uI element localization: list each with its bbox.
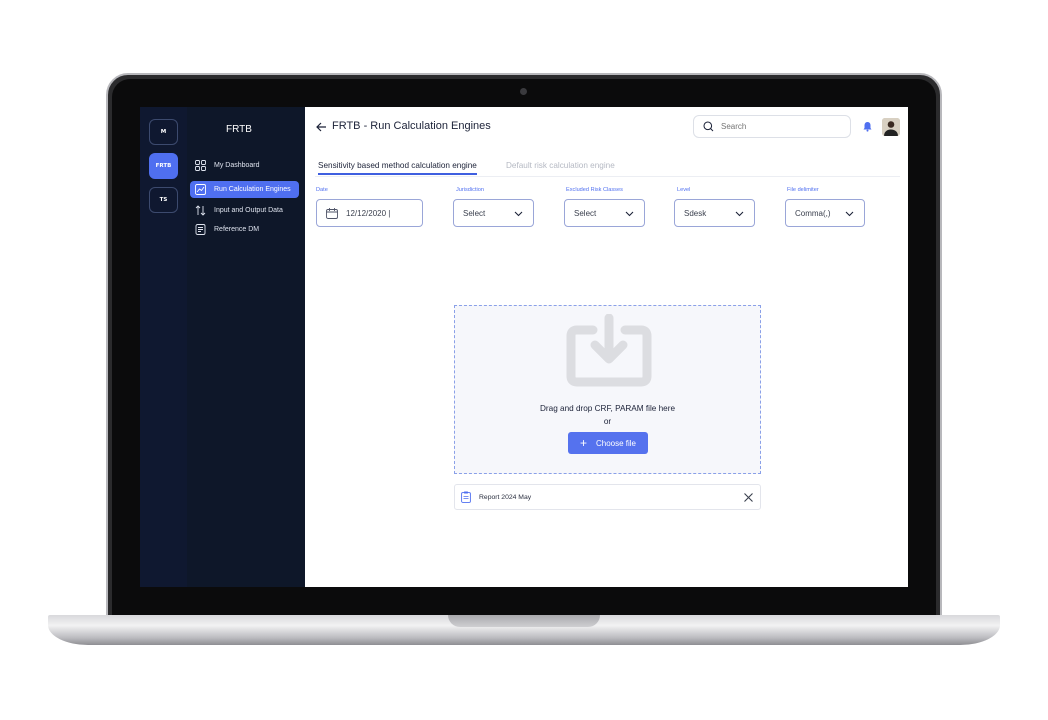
level-select[interactable]: Sdesk <box>674 199 755 227</box>
excluded-value: Select <box>574 208 597 218</box>
chevron-down-icon <box>735 211 744 217</box>
rail-button-frtb[interactable]: FRTB <box>149 153 178 179</box>
file-name: Report 2024 May <box>479 493 532 501</box>
level-value: Sdesk <box>684 208 707 218</box>
jurisdiction-value: Select <box>463 208 486 218</box>
tab-default-risk[interactable]: Default risk calculation engine <box>506 161 615 170</box>
delimiter-label: File delimiter <box>787 187 819 193</box>
choose-file-label: Choose file <box>595 438 637 448</box>
sidebar-item-label: My Dashboard <box>214 162 260 169</box>
arrows-up-down-icon <box>194 204 207 217</box>
date-value: 12/12/2020 | <box>346 208 391 218</box>
sidebar-item-input-output[interactable]: Input and Output Data <box>190 202 299 219</box>
sidebar-title: FRTB <box>226 124 252 135</box>
jurisdiction-label: Jurisdiction <box>456 187 484 193</box>
chevron-down-icon <box>625 211 634 217</box>
sidebar-item-label: Run Calculation Engines <box>214 186 291 193</box>
camera-icon <box>520 88 527 95</box>
download-tray-icon <box>566 314 652 387</box>
sidebar-item-run-engines[interactable]: Run Calculation Engines <box>190 181 299 198</box>
date-label: Date <box>316 187 328 193</box>
plus-icon: + <box>579 436 587 450</box>
sidebar-item-dashboard[interactable]: My Dashboard <box>190 157 299 174</box>
jurisdiction-select[interactable]: Select <box>453 199 534 227</box>
dashboard-grid-icon <box>194 159 207 172</box>
delimiter-value: Comma(,) <box>795 208 831 218</box>
clipboard-icon <box>461 491 471 503</box>
sidebar-item-reference-dm[interactable]: Reference DM <box>190 221 299 238</box>
document-list-icon <box>194 223 207 236</box>
app-screen: M FRTB TS FRTB My Dashboard Run Calculat… <box>140 107 908 587</box>
bell-icon[interactable] <box>862 121 873 132</box>
back-arrow-icon[interactable] <box>315 120 327 134</box>
search-box[interactable] <box>693 115 851 138</box>
rail-button-m[interactable]: M <box>149 119 178 145</box>
level-label: Level <box>677 187 691 193</box>
laptop-notch <box>448 615 600 627</box>
drop-prompt: Drag and drop CRF, PARAM file here <box>540 404 675 413</box>
drop-or: or <box>603 417 612 426</box>
app-rail: M FRTB TS <box>140 107 187 587</box>
delimiter-select[interactable]: Comma(,) <box>785 199 865 227</box>
main-content: FRTB - Run Calculation Engines Sensitivi… <box>305 107 908 587</box>
tab-bar: Sensitivity based method calculation eng… <box>315 159 900 177</box>
tab-sensitivity[interactable]: Sensitivity based method calculation eng… <box>318 161 477 175</box>
search-input[interactable] <box>721 122 831 131</box>
uploaded-file-row: Report 2024 May <box>454 484 761 510</box>
calendar-icon <box>326 207 338 219</box>
file-drop-zone[interactable]: Drag and drop CRF, PARAM file here or + … <box>454 305 761 474</box>
page-title: FRTB - Run Calculation Engines <box>332 120 491 132</box>
rail-button-ts[interactable]: TS <box>149 187 178 213</box>
sidebar-item-label: Reference DM <box>214 226 260 233</box>
search-icon <box>703 121 714 132</box>
sidebar-item-label: Input and Output Data <box>214 207 283 214</box>
chevron-down-icon <box>514 211 523 217</box>
chart-line-icon <box>194 183 207 196</box>
choose-file-button[interactable]: + Choose file <box>568 432 648 454</box>
avatar[interactable] <box>882 118 900 136</box>
close-icon[interactable] <box>743 492 754 503</box>
excluded-risk-select[interactable]: Select <box>564 199 645 227</box>
excluded-label: Excluded Risk Classes <box>566 187 623 193</box>
date-field[interactable]: 12/12/2020 | <box>316 199 423 227</box>
chevron-down-icon <box>845 211 854 217</box>
sidebar: FRTB My Dashboard Run Calculation Engine… <box>187 107 305 587</box>
